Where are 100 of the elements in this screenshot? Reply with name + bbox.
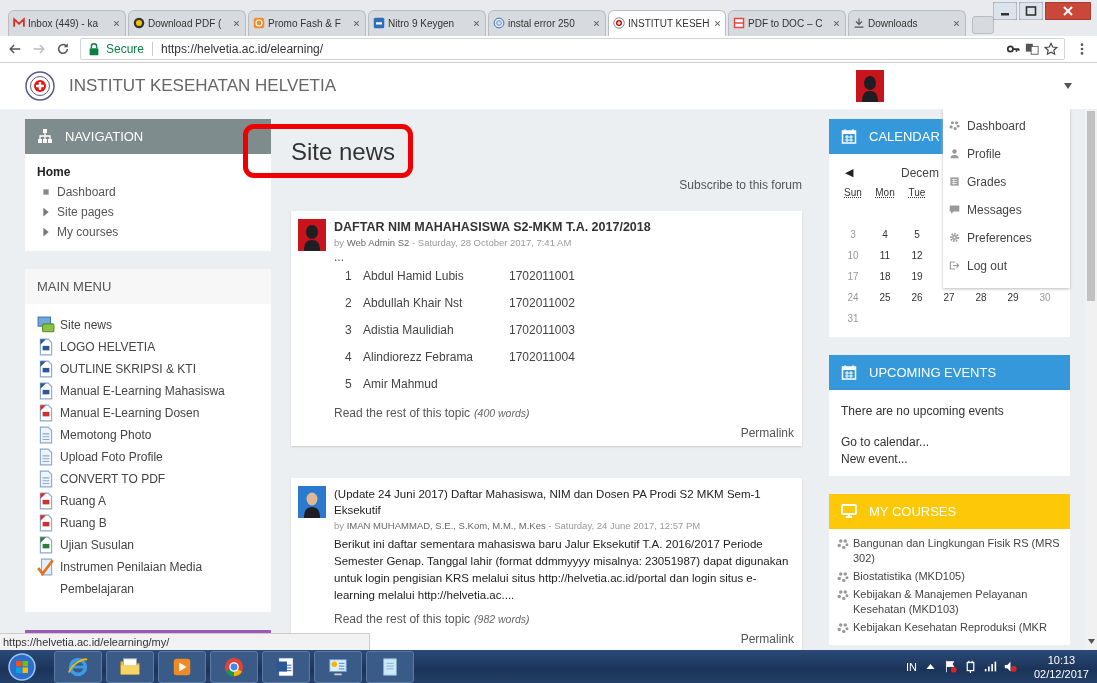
menu-item[interactable]: Profile (943, 139, 1070, 168)
taskbar-button[interactable] (158, 650, 206, 683)
user-avatar[interactable] (856, 69, 884, 102)
calendar-day[interactable]: 29 (1007, 291, 1019, 303)
post-byline: by IMAN MUHAMMAD, S.E., S.Kom, M.M., M.Kes - Saturday, 24 June 2017, 12:57 PM (334, 518, 702, 533)
menu-link[interactable]: Memotong Photo (60, 423, 152, 446)
menu-link[interactable]: Ruang B (60, 511, 107, 534)
menu-item[interactable]: Grades (943, 167, 1070, 196)
close-icon[interactable] (112, 18, 121, 28)
taskbar-button[interactable] (314, 650, 362, 683)
calendar-day[interactable]: 4 (882, 228, 888, 240)
menu-link[interactable]: CONVERT TO PDF (60, 467, 166, 490)
weekday-label: Tue (908, 186, 926, 198)
reload-icon[interactable] (56, 41, 70, 56)
clock-time[interactable]: 10:13 (1047, 652, 1076, 667)
file-icon (37, 403, 55, 422)
author-link[interactable]: IMAN MUHAMMAD, S.E., S.Kom, M.M., M.Kes (346, 519, 546, 531)
volume-icon[interactable] (1003, 660, 1017, 674)
browser-tab[interactable]: INSTITUT KESEH (608, 9, 726, 36)
menu-link[interactable]: Site news (60, 313, 113, 336)
nav-link[interactable]: Site pages (57, 204, 114, 219)
signal-icon[interactable] (983, 660, 997, 674)
flag-icon[interactable] (943, 660, 957, 674)
close-icon[interactable] (592, 18, 601, 28)
close-icon[interactable] (832, 18, 841, 28)
close-icon[interactable] (352, 18, 361, 28)
language-indicator[interactable]: IN (905, 660, 917, 673)
calendar-day[interactable]: 18 (879, 270, 891, 282)
calendar-day[interactable]: 27 (943, 291, 955, 303)
scroll-down-icon[interactable] (1087, 639, 1095, 645)
calendar-day[interactable]: 19 (911, 270, 923, 282)
calendar-day[interactable]: 28 (975, 291, 987, 303)
author-avatar[interactable] (298, 218, 326, 251)
previous-month-button[interactable]: ◀ (837, 166, 901, 180)
menu-link[interactable]: Instrumen Penilaian Media Pembelajaran (60, 555, 259, 600)
read-more-link[interactable]: Read the rest of this topic (334, 405, 471, 420)
taskbar-button[interactable] (262, 650, 310, 683)
close-icon[interactable] (232, 18, 241, 28)
browser-tab[interactable]: PDF to DOC – C (728, 9, 846, 36)
menu-item[interactable]: Log out (943, 251, 1070, 280)
scrollbar-thumb[interactable] (1087, 110, 1095, 301)
taskbar-button[interactable] (366, 650, 414, 683)
close-icon[interactable] (952, 18, 961, 28)
browser-tab[interactable]: instal error 250 (488, 9, 606, 36)
subscribe-link[interactable]: Subscribe to this forum (679, 176, 802, 193)
browser-tab[interactable]: Downloads (848, 9, 966, 36)
close-icon[interactable] (472, 18, 481, 28)
author-avatar[interactable] (298, 485, 326, 518)
clock-date[interactable]: 02/12/2017 (1033, 666, 1089, 681)
menu-link[interactable]: Ruang A (60, 489, 107, 512)
browser-tab[interactable]: Download PDF ( (128, 9, 246, 36)
calendar-day[interactable]: 25 (879, 291, 891, 303)
menu-item[interactable]: Preferences (943, 223, 1070, 252)
browser-tab[interactable]: Promo Fash & F (248, 9, 366, 36)
logo-icon[interactable] (25, 70, 55, 101)
permalink[interactable]: Permalink (740, 425, 794, 440)
calendar-day[interactable]: 26 (911, 291, 923, 303)
menu-link[interactable]: LOGO HELVETIA (60, 335, 156, 358)
nav-link[interactable]: Dashboard (57, 184, 116, 199)
nav-link[interactable]: My courses (57, 224, 119, 239)
course-link[interactable]: Kebijakan Kesehatan Reproduksi (MKR (853, 619, 1047, 635)
menu-link[interactable]: Ujian Susulan (60, 533, 135, 556)
browser-tab[interactable]: Inbox (449) - ka (8, 9, 126, 36)
caret-icon[interactable] (1064, 82, 1072, 89)
maximize-button[interactable] (1019, 2, 1043, 20)
student-id: 1702011003 (509, 321, 576, 339)
menu-link[interactable]: Manual E-Learning Dosen (60, 401, 200, 424)
taskbar-button[interactable] (210, 650, 258, 683)
course-link[interactable]: Bangunan dan Lingkungan Fisik RS (MRS 302) (853, 535, 1062, 566)
course-link[interactable]: Kebijakan & Manajemen Pelayanan Kesehatan (MKD103) (853, 586, 1062, 617)
menu-item[interactable]: Messages (943, 195, 1070, 224)
scrollbar[interactable] (1085, 108, 1097, 651)
close-button[interactable] (1045, 2, 1091, 20)
star-icon[interactable] (1044, 41, 1058, 56)
translate-icon[interactable] (1025, 41, 1039, 56)
app-icon (373, 17, 385, 30)
calendar-day[interactable]: 12 (911, 249, 923, 261)
taskbar-button[interactable] (54, 650, 102, 683)
minimize-button[interactable] (993, 2, 1017, 20)
calendar-icon (841, 364, 857, 381)
event-link[interactable]: New event... (841, 450, 1058, 468)
calendar-day[interactable]: 5 (914, 228, 920, 240)
address-field[interactable]: Secure https://helvetia.ac.id/elearning/ (80, 37, 1065, 60)
browser-tab[interactable]: Nitro 9 Keygen (368, 9, 486, 36)
taskbar-button[interactable] (106, 650, 154, 683)
close-icon[interactable] (712, 18, 722, 28)
menu-item[interactable]: Dashboard (943, 111, 1070, 140)
course-link[interactable]: Biostatistika (MKD105) (853, 568, 965, 584)
menu-link[interactable]: Upload Foto Profile (60, 445, 163, 468)
read-more-link[interactable]: Read the rest of this topic (334, 611, 471, 626)
event-link[interactable]: Go to calendar... (841, 433, 1058, 451)
nav-link[interactable]: Home (37, 164, 71, 179)
author-link[interactable]: Web Admin S2 (346, 236, 410, 248)
ellipsis-text: ... (334, 250, 345, 263)
menu-link[interactable]: Manual E-Learning Mahasiswa (60, 379, 225, 402)
calendar-day[interactable]: 11 (879, 249, 891, 261)
permalink[interactable]: Permalink (740, 631, 794, 646)
panel-title: CALENDAR (869, 128, 940, 144)
page-icon (37, 425, 55, 444)
menu-link[interactable]: OUTLINE SKRIPSI & KTI (60, 357, 197, 380)
